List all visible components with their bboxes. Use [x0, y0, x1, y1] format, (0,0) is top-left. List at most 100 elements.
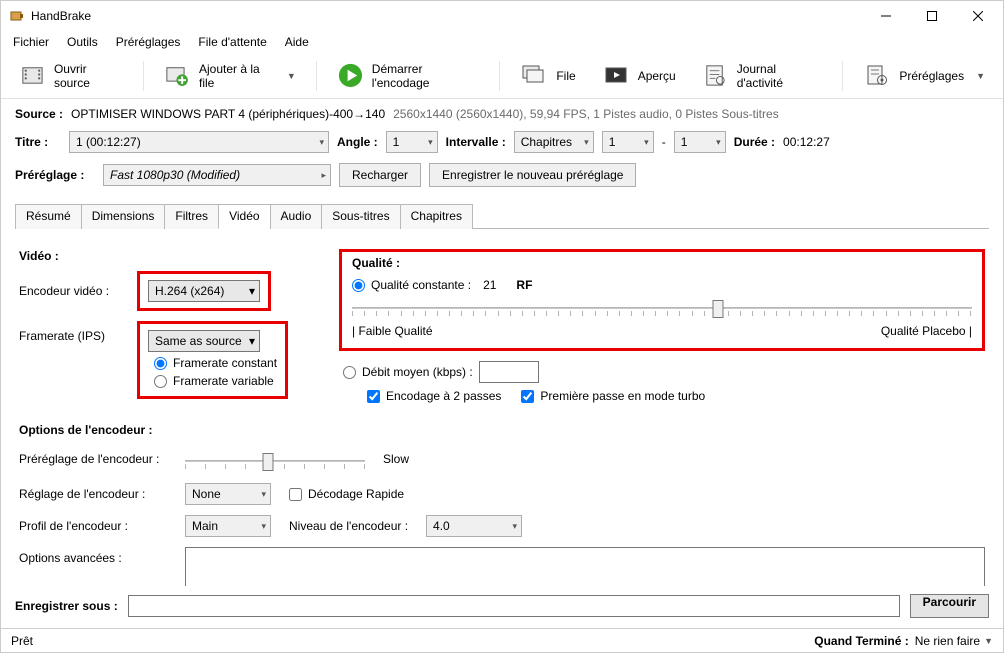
title-bar: HandBrake: [1, 1, 1003, 31]
quality-slider[interactable]: [352, 298, 972, 318]
chevron-down-icon[interactable]: ▼: [976, 71, 985, 81]
open-source-button[interactable]: Ouvrir source: [9, 58, 133, 94]
tab-dimensions[interactable]: Dimensions: [81, 204, 166, 229]
range-from-select[interactable]: 1▾: [602, 131, 654, 153]
start-encode-button[interactable]: Démarrer l'encodage: [327, 58, 490, 94]
reload-preset-button[interactable]: Recharger: [339, 163, 421, 187]
chevron-down-icon[interactable]: ▼: [287, 71, 296, 81]
preview-button[interactable]: Aperçu: [592, 58, 686, 94]
constant-quality-radio[interactable]: [352, 279, 365, 292]
minimize-button[interactable]: [863, 1, 909, 31]
status-bar: Prêt Quand Terminé : Ne rien faire▼: [1, 628, 1003, 652]
tab-filters[interactable]: Filtres: [164, 204, 219, 229]
presets-button[interactable]: Préréglages ▼: [853, 58, 995, 94]
source-row: Source : OPTIMISER WINDOWS PART 4 (périp…: [15, 107, 989, 121]
save-as-label: Enregistrer sous :: [15, 599, 118, 613]
close-button[interactable]: [955, 1, 1001, 31]
activity-log-button[interactable]: Journal d'activité: [692, 58, 833, 94]
rf-unit: RF: [516, 278, 532, 292]
toolbar-separator: [842, 61, 843, 91]
tab-summary[interactable]: Résumé: [15, 204, 82, 229]
maximize-button[interactable]: [909, 1, 955, 31]
tab-subtitles[interactable]: Sous-titres: [321, 204, 400, 229]
save-new-preset-button[interactable]: Enregistrer le nouveau préréglage: [429, 163, 636, 187]
angle-label: Angle :: [337, 135, 378, 149]
framerate-variable-radio[interactable]: [154, 375, 167, 388]
source-name: OPTIMISER WINDOWS PART 4 (périphériques)…: [71, 107, 385, 121]
framerate-variable-label: Framerate variable: [173, 374, 274, 388]
two-pass-checkbox[interactable]: [367, 390, 380, 403]
encoder-preset-label: Préréglage de l'encodeur :: [19, 452, 167, 466]
encoder-label: Encodeur vidéo :: [19, 284, 127, 298]
encoder-tune-select[interactable]: None▾: [185, 483, 271, 505]
browse-button[interactable]: Parcourir: [910, 594, 989, 618]
two-pass-label: Encodage à 2 passes: [386, 389, 501, 403]
framerate-label: Framerate (IPS): [19, 321, 127, 343]
queue-icon: [520, 62, 548, 90]
app-icon: [9, 8, 25, 24]
encoder-level-select[interactable]: 4.0▾: [426, 515, 522, 537]
source-label: Source :: [15, 107, 63, 121]
encoder-options-heading: Options de l'encodeur :: [19, 423, 985, 437]
advanced-options-label: Options avancées :: [19, 547, 167, 565]
toolbar-separator: [499, 61, 500, 91]
when-done-select[interactable]: Ne rien faire▼: [915, 634, 993, 648]
framerate-constant-radio[interactable]: [154, 357, 167, 370]
range-dash: -: [662, 135, 666, 149]
queue-button[interactable]: File: [510, 58, 585, 94]
quality-heading: Qualité :: [352, 256, 972, 270]
tab-video[interactable]: Vidéo: [218, 204, 270, 229]
angle-select[interactable]: 1▾: [386, 131, 438, 153]
encoder-level-label: Niveau de l'encodeur :: [289, 519, 408, 533]
avg-bitrate-input[interactable]: [479, 361, 539, 383]
log-icon: [702, 62, 729, 90]
window-title: HandBrake: [31, 9, 863, 23]
add-queue-icon: [164, 62, 191, 90]
video-heading: Vidéo :: [19, 249, 319, 263]
tabs: Résumé Dimensions Filtres Vidéo Audio So…: [15, 203, 989, 229]
tab-audio[interactable]: Audio: [270, 204, 323, 229]
advanced-options-input[interactable]: [185, 547, 985, 586]
status-text: Prêt: [11, 634, 33, 648]
framerate-select[interactable]: Same as source▾: [148, 330, 260, 352]
source-info: 2560x1440 (2560x1440), 59,94 FPS, 1 Pist…: [393, 107, 779, 121]
encoder-profile-label: Profil de l'encodeur :: [19, 519, 167, 533]
start-encode-label: Démarrer l'encodage: [372, 62, 480, 90]
preview-label: Aperçu: [638, 69, 676, 83]
menu-help[interactable]: Aide: [277, 33, 317, 51]
range-label: Intervalle :: [446, 135, 506, 149]
constant-quality-value: 21: [483, 278, 496, 292]
fast-decode-checkbox[interactable]: [289, 488, 302, 501]
film-icon: [19, 62, 46, 90]
duration-value: 00:12:27: [783, 135, 830, 149]
presets-label: Préréglages: [899, 69, 964, 83]
avg-bitrate-radio[interactable]: [343, 366, 356, 379]
encoder-profile-select[interactable]: Main▾: [185, 515, 271, 537]
activity-log-label: Journal d'activité: [737, 62, 823, 90]
preset-row: Préréglage : Fast 1080p30 (Modified)▸ Re…: [15, 163, 989, 187]
avg-bitrate-label: Débit moyen (kbps) :: [362, 365, 473, 379]
menu-presets[interactable]: Préréglages: [108, 33, 189, 51]
menu-tools[interactable]: Outils: [59, 33, 106, 51]
presets-icon: [863, 62, 891, 90]
open-source-label: Ouvrir source: [54, 62, 123, 90]
encoder-preset-slider[interactable]: [185, 451, 365, 471]
menu-bar: Fichier Outils Préréglages File d'attent…: [1, 31, 1003, 53]
encoder-tune-label: Réglage de l'encodeur :: [19, 487, 167, 501]
quality-low-label: | Faible Qualité: [352, 324, 433, 338]
video-encoder-select[interactable]: H.264 (x264)▾: [148, 280, 260, 302]
range-mode-select[interactable]: Chapitres▾: [514, 131, 594, 153]
preset-select[interactable]: Fast 1080p30 (Modified)▸: [103, 164, 331, 186]
video-tab-panel: Vidéo : Encodeur vidéo : H.264 (x264)▾ F…: [15, 239, 989, 586]
tab-chapters[interactable]: Chapitres: [400, 204, 473, 229]
menu-queue[interactable]: File d'attente: [190, 33, 274, 51]
menu-file[interactable]: Fichier: [5, 33, 57, 51]
toolbar-separator: [143, 61, 144, 91]
add-queue-label: Ajouter à la file: [199, 62, 275, 90]
title-select[interactable]: 1 (00:12:27)▾: [69, 131, 329, 153]
save-as-input[interactable]: [128, 595, 900, 617]
add-queue-button[interactable]: Ajouter à la file ▼: [154, 58, 306, 94]
range-to-select[interactable]: 1▾: [674, 131, 726, 153]
turbo-first-pass-checkbox[interactable]: [521, 390, 534, 403]
play-icon: [337, 62, 364, 90]
